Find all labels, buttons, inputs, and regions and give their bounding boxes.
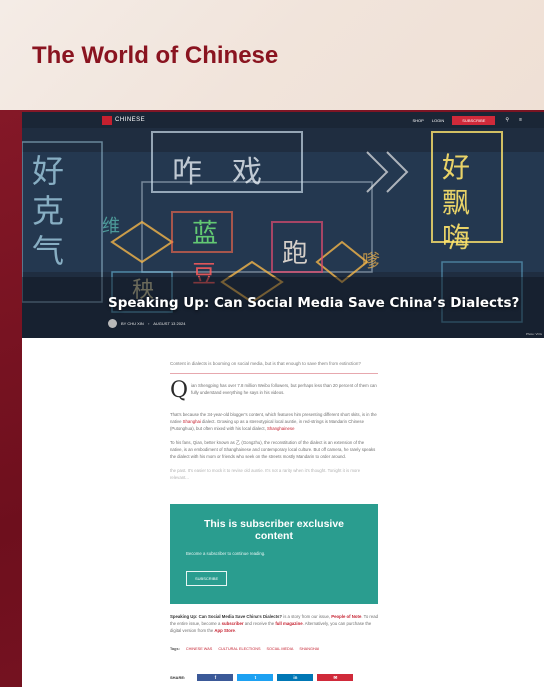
issue-note-text-c: and receive the (243, 621, 276, 626)
brand-title: The World of Chinese (32, 42, 279, 69)
paywall-subtitle: Become a subscriber to continue reading. (186, 551, 266, 556)
svg-text:戏: 戏 (232, 155, 262, 190)
nav-subscribe-button[interactable]: SUBSCRIBE (452, 115, 496, 125)
first-paragraph: Q ian Shengping has over 7.8 million Wei… (170, 378, 378, 403)
svg-text:嗲: 嗲 (362, 251, 380, 272)
article-title: Speaking Up: Can Social Media Save China… (108, 295, 520, 311)
author-name[interactable]: BY CHU XIN (121, 321, 144, 326)
svg-text:好: 好 (442, 151, 470, 184)
svg-text:好: 好 (32, 152, 64, 190)
subscriber-paywall: This is subscriber exclusive content Bec… (170, 504, 378, 604)
header-band: The World of Chinese (0, 0, 544, 110)
article-byline: BY CHU XIN ▫ AUGUST 13 2024 (108, 319, 185, 328)
site-logo-icon[interactable] (102, 115, 112, 125)
article-body: Content in dialects is booming on social… (170, 360, 378, 488)
calendar-icon: ▫ (147, 321, 150, 326)
hero-image: 好 克 气 咋 戏 好 飘 嗨 蓝 跑 豆 秧 维 嗲 CHINESE SHOP… (22, 112, 544, 338)
svg-text:维: 维 (102, 216, 120, 237)
article-tags: Tags: CHINESE WAS CULTURAL ELECTIONS SOC… (170, 647, 319, 651)
menu-icon[interactable]: ≡ (519, 117, 522, 123)
facebook-icon: f (214, 675, 217, 680)
paragraph-4-faded: the past. It's easier to mock it to revi… (170, 468, 361, 480)
tag-item[interactable]: CULTURAL ELECTIONS (218, 647, 260, 651)
search-icon[interactable]: ⚲ (505, 117, 509, 123)
paragraph-1: ian Shengping has over 7.8 million Weibo… (191, 383, 377, 395)
svg-text:嗨: 嗨 (442, 221, 470, 254)
twitter-share-button[interactable]: t (237, 674, 274, 681)
tags-label: Tags: (170, 647, 180, 651)
svg-text:蓝: 蓝 (192, 219, 218, 249)
author-avatar (108, 319, 117, 328)
email-icon: ✉ (333, 674, 338, 680)
share-bar: SHARE: f t in ✉ (170, 674, 354, 681)
tag-item[interactable]: SHANGHAI (299, 647, 319, 651)
issue-note-title: Speaking Up: Can Social Media Save China… (170, 614, 283, 619)
paragraph-2: That's because the 34-year-old blogger's… (170, 411, 378, 432)
link-issue[interactable]: People of Note (331, 614, 361, 619)
svg-text:飘: 飘 (442, 186, 470, 219)
nav-link-login[interactable]: LOGIN (432, 118, 444, 123)
nav-link-shop[interactable]: SHOP (412, 118, 423, 123)
twitter-icon: t (254, 675, 257, 680)
linkedin-icon: in (293, 675, 298, 680)
site-top-nav: CHINESE SHOP LOGIN SUBSCRIBE ⚲ ≡ (22, 112, 544, 128)
svg-text:跑: 跑 (282, 239, 308, 269)
tag-item[interactable]: SOCIAL MEDIA (267, 647, 294, 651)
paywall-subscribe-button[interactable]: SUBSCRIBE (186, 571, 228, 586)
link-subscriber[interactable]: subscriber (222, 621, 244, 626)
svg-text:气: 气 (32, 232, 64, 270)
issue-note-text-a: is a story from our issue, (282, 614, 332, 619)
share-label: SHARE: (170, 675, 186, 680)
dropcap-letter: Q (170, 378, 189, 403)
email-share-button[interactable]: ✉ (317, 674, 354, 681)
issue-note: Speaking Up: Can Social Media Save China… (170, 613, 378, 634)
svg-text:克: 克 (32, 192, 64, 230)
article-date: AUGUST 13 2024 (153, 321, 186, 326)
paragraph-3: To his fans, Qian, better known as 乙 (Go… (170, 440, 376, 459)
svg-text:咋: 咋 (172, 155, 202, 190)
link-shanghainese[interactable]: Shanghainese (267, 426, 294, 431)
facebook-share-button[interactable]: f (197, 674, 234, 681)
issue-note-text-e: . (234, 628, 237, 633)
website-screenshot: 好 克 气 咋 戏 好 飘 嗨 蓝 跑 豆 秧 维 嗲 CHINESE SHOP… (22, 112, 544, 687)
tag-item[interactable]: CHINESE WAS (186, 647, 212, 651)
link-full-magazine[interactable]: full magazine (275, 621, 302, 626)
linkedin-share-button[interactable]: in (277, 674, 314, 681)
paywall-title: This is subscriber exclusive content (203, 518, 345, 542)
link-app-store[interactable]: App Store (214, 628, 235, 633)
site-logo-text[interactable]: CHINESE (115, 117, 145, 123)
article-lede: Content in dialects is booming on social… (170, 360, 378, 374)
photo-credit: Photo: VCG (525, 332, 542, 336)
link-shanghai[interactable]: Shanghai (183, 419, 201, 424)
